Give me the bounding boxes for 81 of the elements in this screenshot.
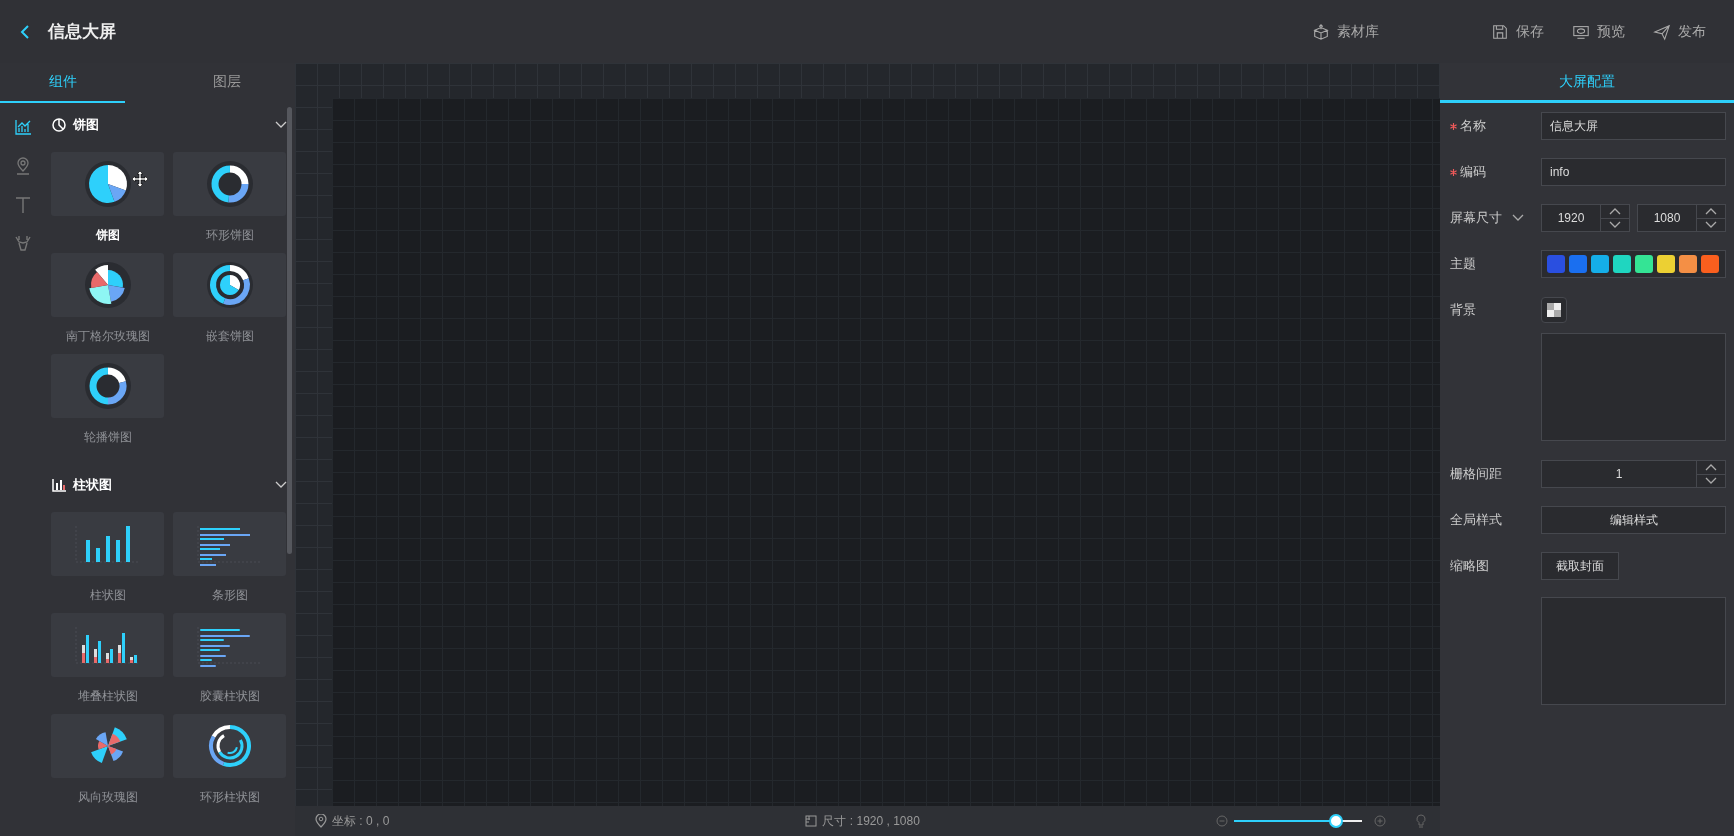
component-label: 嵌套饼图 bbox=[205, 328, 254, 345]
pie-chart-icon bbox=[51, 117, 67, 133]
component-tile[interactable] bbox=[51, 152, 164, 216]
increment-icon bbox=[1609, 207, 1621, 216]
component-tile[interactable] bbox=[173, 253, 286, 317]
field-label: 主题 bbox=[1450, 255, 1476, 273]
bar-chart-icon bbox=[51, 477, 67, 493]
background-button[interactable] bbox=[1541, 297, 1567, 323]
component-label: 堆叠柱状图 bbox=[77, 688, 138, 705]
component-label: 南丁格尔玫瑰图 bbox=[65, 328, 150, 345]
increment-icon bbox=[1705, 463, 1717, 472]
toolbar-button[interactable]: 发布 bbox=[1639, 16, 1720, 47]
field-label: 栅格间距 bbox=[1450, 465, 1502, 483]
field-label: 全局样式 bbox=[1450, 511, 1502, 529]
chevron-icon[interactable] bbox=[275, 481, 287, 489]
move-cursor-icon bbox=[131, 170, 149, 188]
toolbar-button[interactable]: 预览 bbox=[1558, 16, 1639, 47]
box-icon bbox=[1312, 22, 1330, 41]
scrollbar[interactable] bbox=[287, 107, 292, 554]
component-tile[interactable] bbox=[51, 253, 164, 317]
color-swatch[interactable] bbox=[1657, 255, 1675, 273]
slider-thumb[interactable] bbox=[1329, 814, 1344, 828]
component-label: 轮播饼图 bbox=[83, 429, 132, 446]
size-dropdown[interactable]: 屏幕尺寸 bbox=[1450, 209, 1541, 227]
component-label: 胶囊柱状图 bbox=[199, 688, 260, 705]
panel-tab[interactable]: 组件 bbox=[0, 63, 125, 103]
color-swatch[interactable] bbox=[1635, 255, 1653, 273]
color-swatch[interactable] bbox=[1591, 255, 1609, 273]
color-swatch[interactable] bbox=[1701, 255, 1719, 273]
toolbar-button[interactable]: 保存 bbox=[1477, 16, 1558, 47]
color-swatch[interactable] bbox=[1613, 255, 1631, 273]
back-button[interactable] bbox=[20, 23, 30, 40]
field-label: 编码 bbox=[1460, 163, 1486, 181]
component-tile[interactable] bbox=[173, 512, 286, 576]
ruler-icon bbox=[805, 815, 818, 827]
component-label: 风向玫瑰图 bbox=[77, 789, 138, 806]
antler-icon[interactable] bbox=[12, 234, 33, 254]
color-swatch[interactable] bbox=[1569, 255, 1587, 273]
component-tile[interactable] bbox=[51, 512, 164, 576]
component-tile[interactable] bbox=[51, 354, 164, 418]
component-tile[interactable] bbox=[51, 613, 164, 677]
component-label: 柱状图 bbox=[89, 587, 126, 604]
component-label: 条形图 bbox=[211, 587, 248, 604]
decrement-icon bbox=[1609, 220, 1621, 229]
component-tile[interactable] bbox=[51, 714, 164, 778]
coordinates-text: 坐标 : 0 , 0 bbox=[332, 812, 390, 830]
number-field[interactable]: 1920 bbox=[1541, 204, 1630, 232]
field-label: 缩略图 bbox=[1450, 557, 1489, 575]
group-title: 柱状图 bbox=[73, 476, 112, 494]
component-tile[interactable] bbox=[173, 152, 286, 216]
component-label: 环形柱状图 bbox=[199, 789, 260, 806]
capture-cover-button[interactable]: 截取封面 bbox=[1541, 552, 1619, 580]
component-tile[interactable] bbox=[173, 714, 286, 778]
checkerboard-icon bbox=[1547, 303, 1561, 317]
field-label: 名称 bbox=[1460, 117, 1486, 135]
increment-icon bbox=[1705, 207, 1717, 216]
color-swatch[interactable] bbox=[1547, 255, 1565, 273]
text-field[interactable]: 信息大屏 bbox=[1541, 112, 1726, 140]
color-swatch[interactable] bbox=[1679, 255, 1697, 273]
page-title: 信息大屏 bbox=[48, 21, 116, 43]
component-label: 环形饼图 bbox=[205, 227, 254, 244]
chevron-icon[interactable] bbox=[275, 121, 287, 129]
paper-plane-icon bbox=[1653, 22, 1671, 41]
panel-tab[interactable]: 图层 bbox=[125, 63, 295, 103]
number-field[interactable]: 1 bbox=[1541, 460, 1726, 488]
toolbar-button[interactable]: 素材库 bbox=[1298, 16, 1393, 47]
theme-picker[interactable] bbox=[1541, 250, 1726, 278]
line-chart-icon[interactable] bbox=[12, 117, 33, 137]
size-text: 尺寸 : 1920 , 1080 bbox=[822, 812, 920, 830]
component-tile[interactable] bbox=[173, 613, 286, 677]
edit-style-button[interactable]: 编辑样式 bbox=[1541, 506, 1726, 534]
field-label: 背景 bbox=[1450, 301, 1476, 319]
location-pin-icon bbox=[315, 814, 327, 828]
panel-tab[interactable]: 大屏配置 bbox=[1440, 63, 1734, 103]
group-title: 饼图 bbox=[73, 116, 99, 134]
chevron-icon bbox=[1512, 214, 1524, 222]
number-field[interactable]: 1080 bbox=[1637, 204, 1726, 232]
text-field[interactable]: info bbox=[1541, 158, 1726, 186]
decrement-icon bbox=[1705, 476, 1717, 485]
decrement-icon bbox=[1705, 220, 1717, 229]
component-label: 饼图 bbox=[95, 227, 120, 244]
